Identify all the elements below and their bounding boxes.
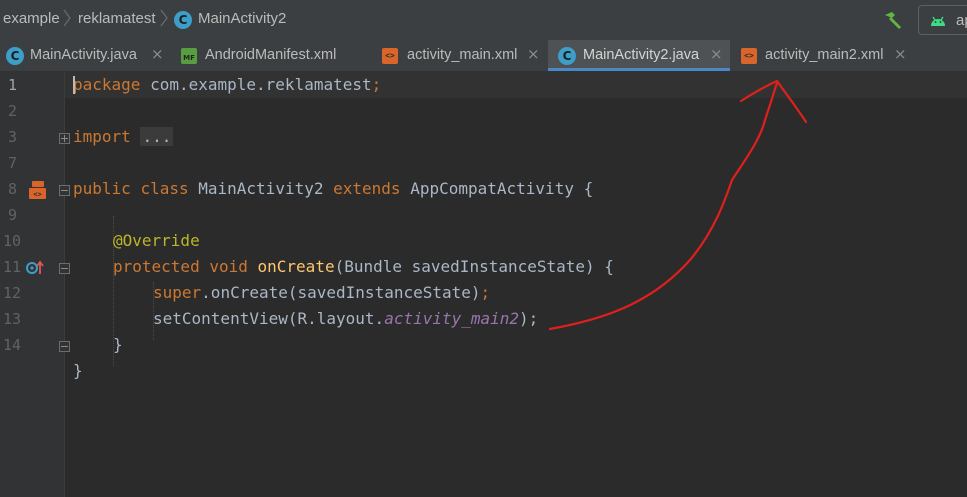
annotation-arrow [548, 79, 808, 331]
